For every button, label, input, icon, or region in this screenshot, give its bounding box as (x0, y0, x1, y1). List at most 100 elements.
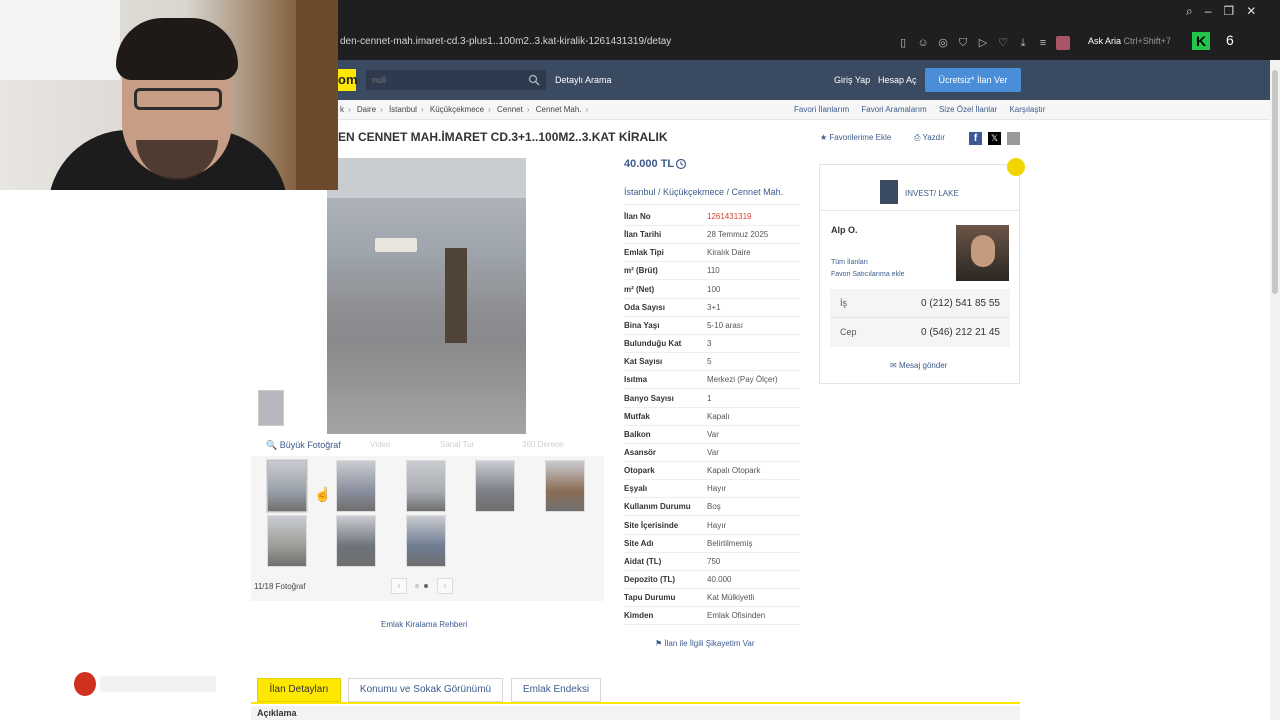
big-photo-button[interactable]: 🔍 Büyük Fotoğraf (266, 440, 341, 451)
play-icon[interactable]: ▷ (976, 36, 990, 50)
thumbnail[interactable] (545, 460, 585, 512)
x-share-icon[interactable]: 𝕏 (988, 132, 1001, 145)
maximize-icon[interactable]: ❐ (1223, 4, 1234, 19)
page-scrollbar[interactable] (1270, 60, 1280, 720)
page-dot-active[interactable] (424, 584, 428, 588)
location-breadcrumb[interactable]: İstanbul / Küçükçekmece / Cennet Mah. (624, 187, 783, 197)
breadcrumb-item[interactable]: Cennet Mah. (536, 105, 582, 114)
attribute-row: İlan Tarihi 28 Temmuz 2025 (624, 226, 800, 245)
attribute-row: Otopark Kapalı Otopark (624, 462, 800, 481)
add-favorite-button[interactable]: ★ Favorilerime Ekle (820, 133, 891, 142)
avatar (956, 225, 1009, 281)
breadcrumb-item[interactable]: Küçükçekmece (430, 105, 484, 114)
breadcrumb-item[interactable]: Daire (357, 105, 376, 114)
attribute-row: Banyo Sayısı 1 (624, 390, 800, 408)
browser-extension-icons: ▯ ☺ ◎ ⛉ ▷ ♡ ⤓ ≡ (896, 36, 1070, 50)
store-name[interactable]: INVEST/ LAKE (905, 189, 959, 198)
photo-air-conditioner (375, 238, 417, 252)
attribute-key: Mutfak (624, 411, 650, 421)
highlight-dot-icon (1007, 158, 1025, 176)
reader-icon[interactable]: ☺ (916, 36, 930, 50)
camera-icon[interactable]: ◎ (936, 36, 950, 50)
attribute-value: 110 (707, 266, 720, 276)
thumbnail-gallery: 11/18 Fotoğraf ‹ › (251, 456, 604, 601)
menu-icon[interactable]: ≡ (1036, 36, 1050, 50)
search-icon[interactable]: ⌕ (1186, 4, 1193, 19)
phone-number[interactable]: 0 (212) 541 85 55 (921, 298, 1000, 309)
thumbnail[interactable] (475, 460, 515, 512)
description-header[interactable]: Açıklama (251, 706, 1020, 720)
attribute-row: Mutfak Kapalı (624, 408, 800, 426)
print-button[interactable]: ⎙ Yazdır (914, 133, 945, 143)
download-icon[interactable]: ⤓ (1016, 36, 1030, 50)
scrollbar-thumb[interactable] (1272, 70, 1278, 294)
sidebar-icon[interactable]: ▯ (896, 36, 910, 50)
register-link[interactable]: Hesap Aç (878, 75, 917, 85)
favorite-listings-link[interactable]: Favori İlanlarım (794, 105, 849, 114)
breadcrumb-item[interactable]: Cennet (497, 105, 523, 114)
search-icon[interactable] (528, 74, 540, 86)
thumbnail[interactable] (406, 460, 446, 512)
attribute-key: m² (Brüt) (624, 266, 658, 276)
attribute-value: Hayır (707, 484, 727, 494)
attribute-row: Site İçerisinde Hayır (624, 517, 800, 535)
phone-number[interactable]: 0 (546) 212 21 45 (921, 327, 1000, 338)
side-thumbnail[interactable] (258, 390, 284, 426)
tab-location[interactable]: Konumu ve Sokak Görünümü (348, 678, 503, 702)
profile-avatar-icon[interactable] (1056, 36, 1070, 50)
detailed-search-link[interactable]: Detaylı Arama (555, 75, 612, 85)
attribute-row: Asansör Var (624, 444, 800, 462)
tab-real-estate-index[interactable]: Emlak Endeksi (511, 678, 601, 702)
minimize-icon[interactable]: – (1205, 4, 1212, 19)
search-input[interactable] (366, 70, 516, 90)
store-logo[interactable] (880, 180, 898, 204)
site-header: om Detaylı Arama Giriş Yap Hesap Aç Ücre… (338, 60, 1280, 100)
attribute-value: Belirtilmemiş (707, 538, 753, 548)
all-listings-link[interactable]: Tüm İlanları (831, 259, 868, 266)
facebook-share-icon[interactable]: f (969, 132, 982, 145)
ask-aria-button[interactable]: Ask Aria Ctrl+Shift+7 (1088, 36, 1171, 46)
thumbnail[interactable] (406, 515, 446, 567)
attribute-row: Tapu Durumu Kat Mülkiyetli (624, 589, 800, 608)
send-message-button[interactable]: ✉ Mesaj gönder (890, 361, 947, 370)
attribute-row: Site Adı Belirtilmemiş (624, 535, 800, 553)
thumbnail[interactable] (336, 515, 376, 567)
login-link[interactable]: Giriş Yap (834, 75, 870, 85)
watermark-text (100, 676, 216, 692)
heart-icon[interactable]: ♡ (996, 36, 1010, 50)
rent-guide-link[interactable]: Emlak Kiralama Rehberi (381, 620, 467, 629)
site-logo[interactable]: om (338, 69, 358, 91)
close-icon[interactable]: ✕ (1246, 4, 1256, 19)
thumbnail[interactable] (267, 515, 307, 567)
special-listings-link[interactable]: Size Özel İlanlar (939, 105, 997, 114)
attribute-value: 100 (707, 284, 721, 294)
attribute-row: Kat Sayısı 5 (624, 353, 800, 372)
attribute-key: Site İçerisinde (624, 520, 679, 530)
attribute-key: Balkon (624, 429, 651, 439)
page-dot[interactable] (415, 584, 419, 588)
address-bar[interactable]: den-cennet-mah.imaret-cd.3-plus1..100m2.… (340, 36, 671, 47)
send-message-label: Mesaj gönder (898, 361, 948, 370)
thumbnail[interactable] (266, 459, 308, 513)
price-history-icon[interactable] (675, 158, 687, 170)
post-ad-button[interactable]: Ücretsiz* İlan Ver (925, 68, 1021, 92)
favorite-seller-link[interactable]: Favori Satıcılarıma ekle (831, 271, 905, 278)
shield-icon[interactable]: ⛉ (956, 36, 970, 50)
complaint-link[interactable]: ⚑ İlan ile İlgili Şikayetim Var (655, 639, 755, 648)
attribute-row: Eşyalı Hayır (624, 480, 800, 499)
attribute-row: Bulunduğu Kat 3 (624, 335, 800, 354)
prev-page-button[interactable]: ‹ (391, 578, 407, 594)
thumbnail[interactable] (336, 460, 376, 512)
tab-listing-details[interactable]: İlan Detayları (257, 678, 341, 702)
favorite-searches-link[interactable]: Favori Aramalarım (861, 105, 926, 114)
attribute-value: Merkezi (Pay Ölçer) (707, 375, 778, 385)
main-photo[interactable] (327, 158, 526, 434)
compare-link[interactable]: Karşılaştır (1009, 105, 1045, 114)
attribute-key: Eşyalı (624, 484, 648, 494)
next-page-button[interactable]: › (437, 578, 453, 594)
breadcrumb-item[interactable]: k (340, 105, 344, 114)
attribute-key: Kullanım Durumu (624, 502, 691, 512)
email-share-icon[interactable] (1007, 132, 1020, 145)
breadcrumb-item[interactable]: İstanbul (389, 105, 417, 114)
attribute-value: Kiralık Daire (707, 248, 751, 258)
